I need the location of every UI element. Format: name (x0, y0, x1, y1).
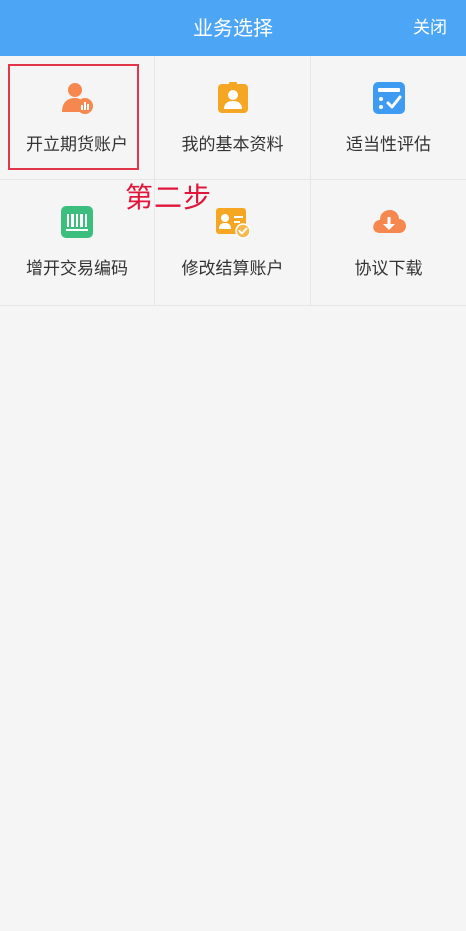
barcode-icon (61, 206, 93, 238)
grid-item-label: 我的基本资料 (181, 135, 284, 155)
close-button[interactable]: 关闭 (413, 0, 447, 56)
page-title: 业务选择 (193, 16, 273, 40)
grid-item-basic-info[interactable]: 我的基本资料 (155, 56, 311, 180)
grid-item-suitability-assessment[interactable]: 适当性评估 (311, 56, 466, 180)
grid-item-label: 增开交易编码 (26, 259, 128, 279)
grid-item-label: 开立期货账户 (26, 135, 128, 155)
step-annotation: 第二步 (125, 181, 213, 214)
checklist-icon (372, 82, 405, 114)
grid-item-label: 修改结算账户 (181, 259, 284, 279)
card-check-icon (215, 208, 250, 239)
business-grid: 开立期货账户 我的基本资料 适当性评估 增开交易编码 修改结算账户 协议下载 (0, 56, 466, 306)
header-bar: 业务选择 关闭 (0, 0, 466, 56)
grid-item-label: 适当性评估 (346, 135, 431, 155)
grid-item-open-futures-account[interactable]: 开立期货账户 (0, 56, 155, 180)
grid-item-label: 协议下载 (354, 259, 423, 279)
user-chart-icon (62, 83, 93, 114)
grid-item-agreement-download[interactable]: 协议下载 (311, 180, 466, 306)
id-badge-icon (217, 82, 248, 113)
cloud-download-icon (372, 210, 406, 233)
